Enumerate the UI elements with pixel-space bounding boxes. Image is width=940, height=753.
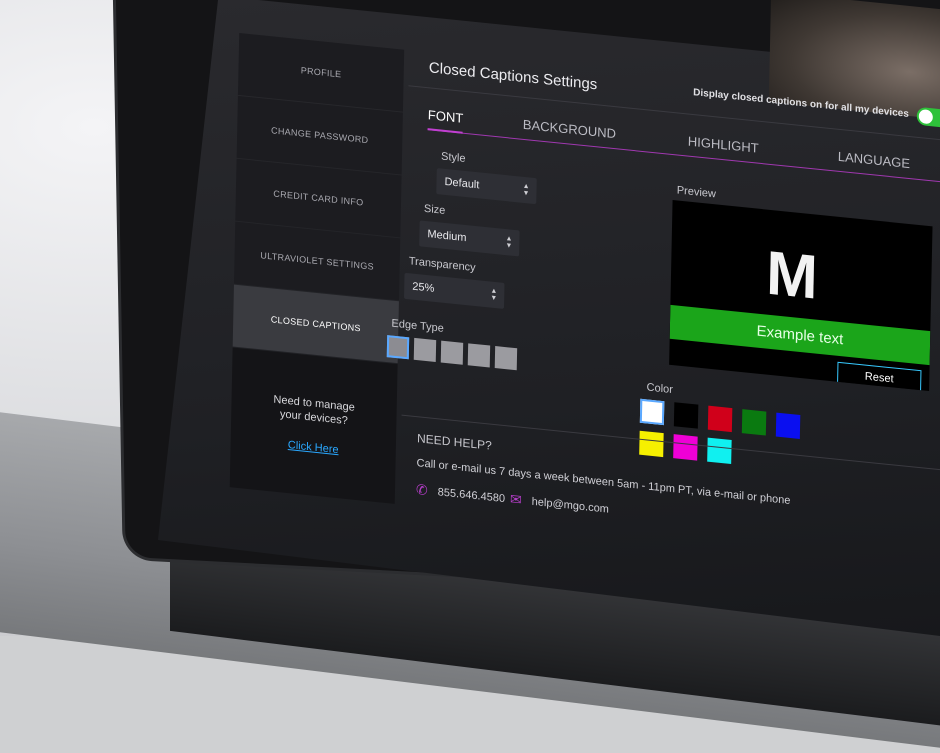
captions-toggle-label: Display closed captions on for all my de… bbox=[693, 87, 909, 120]
color-swatch-black[interactable] bbox=[673, 402, 699, 429]
manage-devices-box: Need to manage your devices? Click Here bbox=[229, 347, 398, 504]
style-select[interactable]: Default ▲ ▼ bbox=[436, 168, 537, 205]
tab-font[interactable]: FONT bbox=[428, 107, 464, 126]
color-swatch-green[interactable] bbox=[741, 409, 767, 436]
captions-toggle[interactable]: On bbox=[916, 106, 940, 130]
color-swatch-blue[interactable] bbox=[775, 412, 801, 439]
transparency-label: Transparency bbox=[408, 255, 476, 275]
mgo-logo: M bbox=[765, 238, 816, 313]
color-swatch-red[interactable] bbox=[707, 405, 733, 433]
need-help-title: NEED HELP? bbox=[416, 431, 492, 453]
color-label: Color bbox=[646, 381, 674, 397]
settings-main: Closed Captions Settings Display closed … bbox=[386, 45, 940, 581]
mail-icon: ✉ bbox=[509, 490, 522, 508]
size-select[interactable]: Medium ▲ ▼ bbox=[419, 220, 520, 257]
phone-icon: ✆ bbox=[415, 481, 428, 499]
select-arrows-icon: ▲ ▼ bbox=[522, 182, 530, 198]
phone-number: 855.646.4580 bbox=[437, 485, 506, 505]
edge-option-none[interactable] bbox=[386, 335, 410, 360]
transparency-value: 25% bbox=[412, 280, 435, 295]
manage-devices-link[interactable]: Click Here bbox=[288, 438, 339, 457]
edge-option-uniform[interactable] bbox=[467, 343, 491, 368]
color-swatch-white[interactable] bbox=[639, 398, 665, 426]
style-label: Style bbox=[440, 150, 466, 165]
page-title: Closed Captions Settings bbox=[428, 58, 598, 93]
reset-button[interactable]: Reset bbox=[837, 361, 922, 392]
preview-label: Preview bbox=[676, 184, 717, 201]
select-arrows-icon: ▲ ▼ bbox=[490, 287, 498, 303]
phone-contact: ✆ 855.646.4580 bbox=[416, 481, 505, 507]
edge-type-label: Edge Type bbox=[391, 317, 444, 335]
transparency-select[interactable]: 25% ▲ ▼ bbox=[403, 272, 505, 309]
size-label: Size bbox=[423, 202, 446, 217]
caption-preview: M Example text Reset bbox=[669, 200, 933, 392]
tab-language[interactable]: LANGUAGE bbox=[838, 149, 911, 171]
size-value: Medium bbox=[427, 228, 467, 245]
email-contact: ✉ help@mgo.com bbox=[510, 491, 609, 518]
email-address[interactable]: help@mgo.com bbox=[532, 495, 609, 515]
settings-sidebar: PROFILE CHANGE PASSWORD CREDIT CARD INFO… bbox=[229, 33, 405, 519]
toggle-knob bbox=[918, 108, 933, 125]
edge-option-depressed[interactable] bbox=[440, 340, 464, 365]
example-text: Example text bbox=[756, 322, 844, 348]
tab-highlight[interactable]: HIGHLIGHT bbox=[688, 134, 759, 156]
edge-type-options bbox=[386, 335, 518, 371]
edge-option-raised[interactable] bbox=[413, 337, 437, 363]
example-caption: Example text bbox=[669, 304, 931, 366]
select-arrows-icon: ▲ ▼ bbox=[505, 235, 513, 250]
edge-option-shadow[interactable] bbox=[494, 346, 518, 371]
style-value: Default bbox=[444, 175, 480, 192]
tab-background[interactable]: BACKGROUND bbox=[523, 117, 616, 141]
